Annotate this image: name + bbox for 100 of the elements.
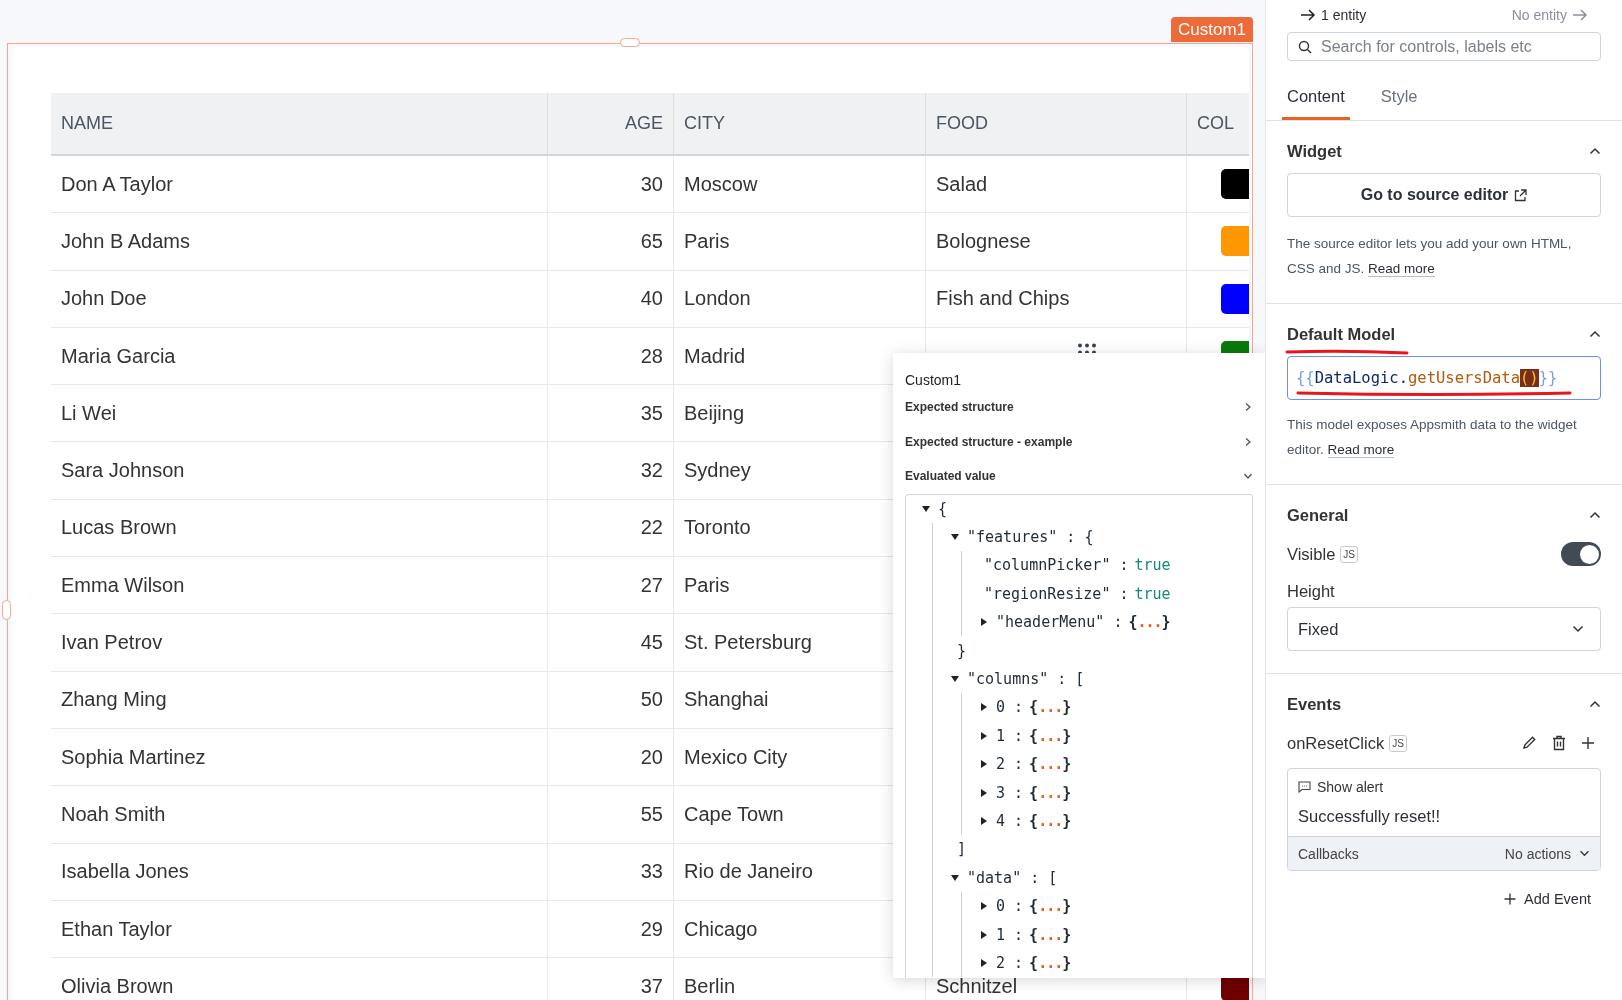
callbacks-dropdown[interactable]: No actions [1504,845,1590,862]
source-editor-button[interactable]: Go to source editor [1287,173,1601,217]
json-key: 0 : [996,698,1024,717]
collapsed-object[interactable]: {...} [1029,698,1072,717]
table-cell: Moscow [674,156,926,213]
js-badge[interactable]: JS [1389,734,1407,752]
json-key: "columns" : [ [967,670,1085,689]
table-cell: Salad [936,172,988,196]
table-cell: 55 [548,786,674,843]
table-cell: Emma Wilson [51,557,548,614]
alert-message: Successfully reset!! [1298,807,1442,826]
back-link[interactable]: 1 entity [1300,4,1367,26]
action-type: Show alert [1317,779,1384,795]
read-more-link[interactable]: Read more [1368,261,1435,277]
chevron-icon[interactable] [1589,330,1601,338]
table-cell: London [674,270,926,327]
json-bracket: } [956,640,968,662]
table-cell: Isabella Jones [51,843,548,900]
json-key: { [938,499,948,518]
chevron-icon[interactable] [1589,511,1601,519]
height-select[interactable]: Fixed [1287,607,1601,651]
table-cell: Don A Taylor [51,156,548,213]
collapsed-object[interactable]: {...} [1029,953,1072,972]
collapsed-object[interactable]: {...} [1029,812,1072,830]
table-cell: 33 [548,843,674,900]
field-label: Height [1287,580,1336,602]
action-card[interactable]: Show alert Successfully reset!! Callbacks No actions [1287,768,1601,871]
table-cell: Maria Garcia [51,327,548,385]
json-key: "columnPicker" : [984,556,1129,575]
table-cell: Bolognese [936,229,1031,253]
field-label: Visible [1287,544,1336,564]
column-header[interactable]: AGE [548,93,674,154]
table-cell: Fish and Chips [936,287,1070,311]
json-key: 2 : [996,953,1024,972]
table-cell: Noah Smith [51,786,548,843]
chevron-down-icon [1572,625,1584,633]
callbacks-label: Callbacks [1298,845,1359,862]
json-key: 4 : [996,812,1024,830]
column-header[interactable]: CITY [674,93,926,154]
resize-handle[interactable] [2,600,11,620]
chevron-down-icon [1579,850,1590,857]
collapsed-object[interactable]: {...} [1029,897,1072,916]
table-cell: 22 [548,499,674,557]
json-key: "regionResize" : [984,584,1129,603]
table-cell: 37 [548,958,674,1000]
table-cell: John Doe [51,270,548,327]
description: The source editor lets you add your own HTML, CSS and JS. Read more [1287,235,1573,279]
table-cell: 20 [548,728,674,786]
plus-icon [1504,893,1517,905]
table-cell: Lucas Brown [51,499,548,557]
table-cell: Ethan Taylor [51,900,548,958]
description: This model exposes Appsmith data to the widget editor. Read more [1287,416,1578,460]
code-field[interactable]: {{DataLogic.getUsersData()}} [1287,356,1601,400]
chevron-icon[interactable] [1589,700,1601,708]
collapsed-object[interactable]: {...} [1029,925,1072,944]
json-key: "headerMenu" : [996,613,1123,632]
search-icon [1298,40,1312,54]
table-cell: 30 [548,156,674,213]
message-icon [1298,781,1311,793]
resize-handle[interactable] [620,38,640,47]
add-event-button[interactable]: Add Event [1504,891,1591,907]
json-key: "data" : [ [967,868,1058,887]
table-cell: Paris [674,213,926,270]
column-header[interactable]: FOOD [926,93,1187,154]
read-more-link[interactable]: Read more [1327,442,1395,458]
pencil-icon[interactable] [1521,735,1537,751]
chevron-icon[interactable] [1589,147,1601,155]
plus-icon[interactable] [1581,736,1595,750]
section-title: Widget [1287,141,1342,161]
collapsed-object[interactable]: {...} [1029,755,1072,774]
table-cell: 50 [548,671,674,728]
js-badge[interactable]: JS [1340,545,1358,563]
json-key: 1 : [996,925,1024,944]
json-value: true [1134,556,1171,575]
collapsed-object[interactable]: {...} [1029,726,1072,745]
table-cell: John B Adams [51,213,548,270]
json-key: 1 : [996,726,1024,745]
arrow-right-icon [1300,9,1316,21]
collapsed-object[interactable]: {...} [1128,613,1171,632]
trash-icon[interactable] [1551,735,1567,751]
popup-title: Custom1 [905,372,963,388]
visible-toggle[interactable] [1561,542,1601,566]
table-cell: 28 [548,327,674,385]
json-key: 3 : [996,783,1024,802]
external-link-icon [1514,188,1528,202]
section-title: Events [1287,694,1342,714]
table-cell: Sara Johnson [51,442,548,499]
section-title: General [1287,505,1349,525]
tab[interactable]: Content [1282,73,1350,120]
section-title: Default Model [1287,324,1396,344]
table-cell: 29 [548,900,674,958]
tab[interactable]: Style [1375,73,1423,120]
table-cell: 32 [548,442,674,499]
json-key: "features" : { [967,528,1094,547]
table-cell: Olivia Brown [51,958,548,1000]
search-field[interactable]: Search for controls, labels etc [1287,32,1601,61]
event-name: onResetClick [1287,733,1385,753]
column-header[interactable]: NAME [51,93,548,154]
widget-label: Custom1 [1170,17,1253,42]
collapsed-object[interactable]: {...} [1029,783,1072,802]
